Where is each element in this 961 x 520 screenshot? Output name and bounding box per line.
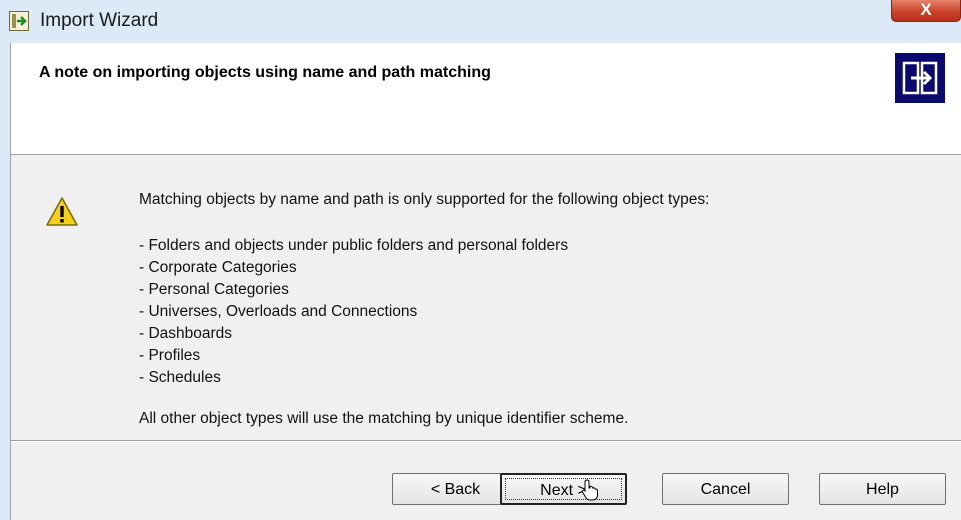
list-item: - Schedules (139, 369, 221, 386)
list-item: - Personal Categories (139, 281, 289, 298)
import-export-icon (895, 53, 945, 103)
title-bar[interactable]: Import Wizard X (0, 0, 961, 43)
import-wizard-icon (9, 11, 29, 31)
warning-icon (46, 197, 78, 226)
list-item: - Dashboards (139, 325, 233, 342)
cancel-button[interactable]: Cancel (662, 473, 789, 505)
focus-rect (505, 478, 622, 500)
object-type-list: - Folders and objects under public folde… (139, 235, 568, 389)
help-button[interactable]: Help (819, 473, 946, 505)
list-item: - Universes, Overloads and Connections (139, 303, 418, 320)
wizard-content: A note on importing objects using name a… (10, 43, 961, 520)
close-button[interactable]: X (891, 0, 961, 22)
intro-text: Matching objects by name and path is onl… (139, 191, 710, 208)
import-wizard-window: Import Wizard X A note on importing obje… (0, 0, 961, 520)
divider (11, 440, 961, 442)
page-title: A note on importing objects using name a… (39, 64, 491, 81)
list-item: - Profiles (139, 347, 201, 364)
close-icon: X (920, 0, 932, 19)
window-title: Import Wizard (40, 10, 159, 31)
footer-text: All other object types will use the matc… (139, 410, 629, 427)
list-item: - Folders and objects under public folde… (139, 237, 569, 254)
next-button[interactable]: Next > (500, 473, 627, 505)
wizard-header: A note on importing objects using name a… (11, 43, 961, 155)
list-item: - Corporate Categories (139, 259, 297, 276)
